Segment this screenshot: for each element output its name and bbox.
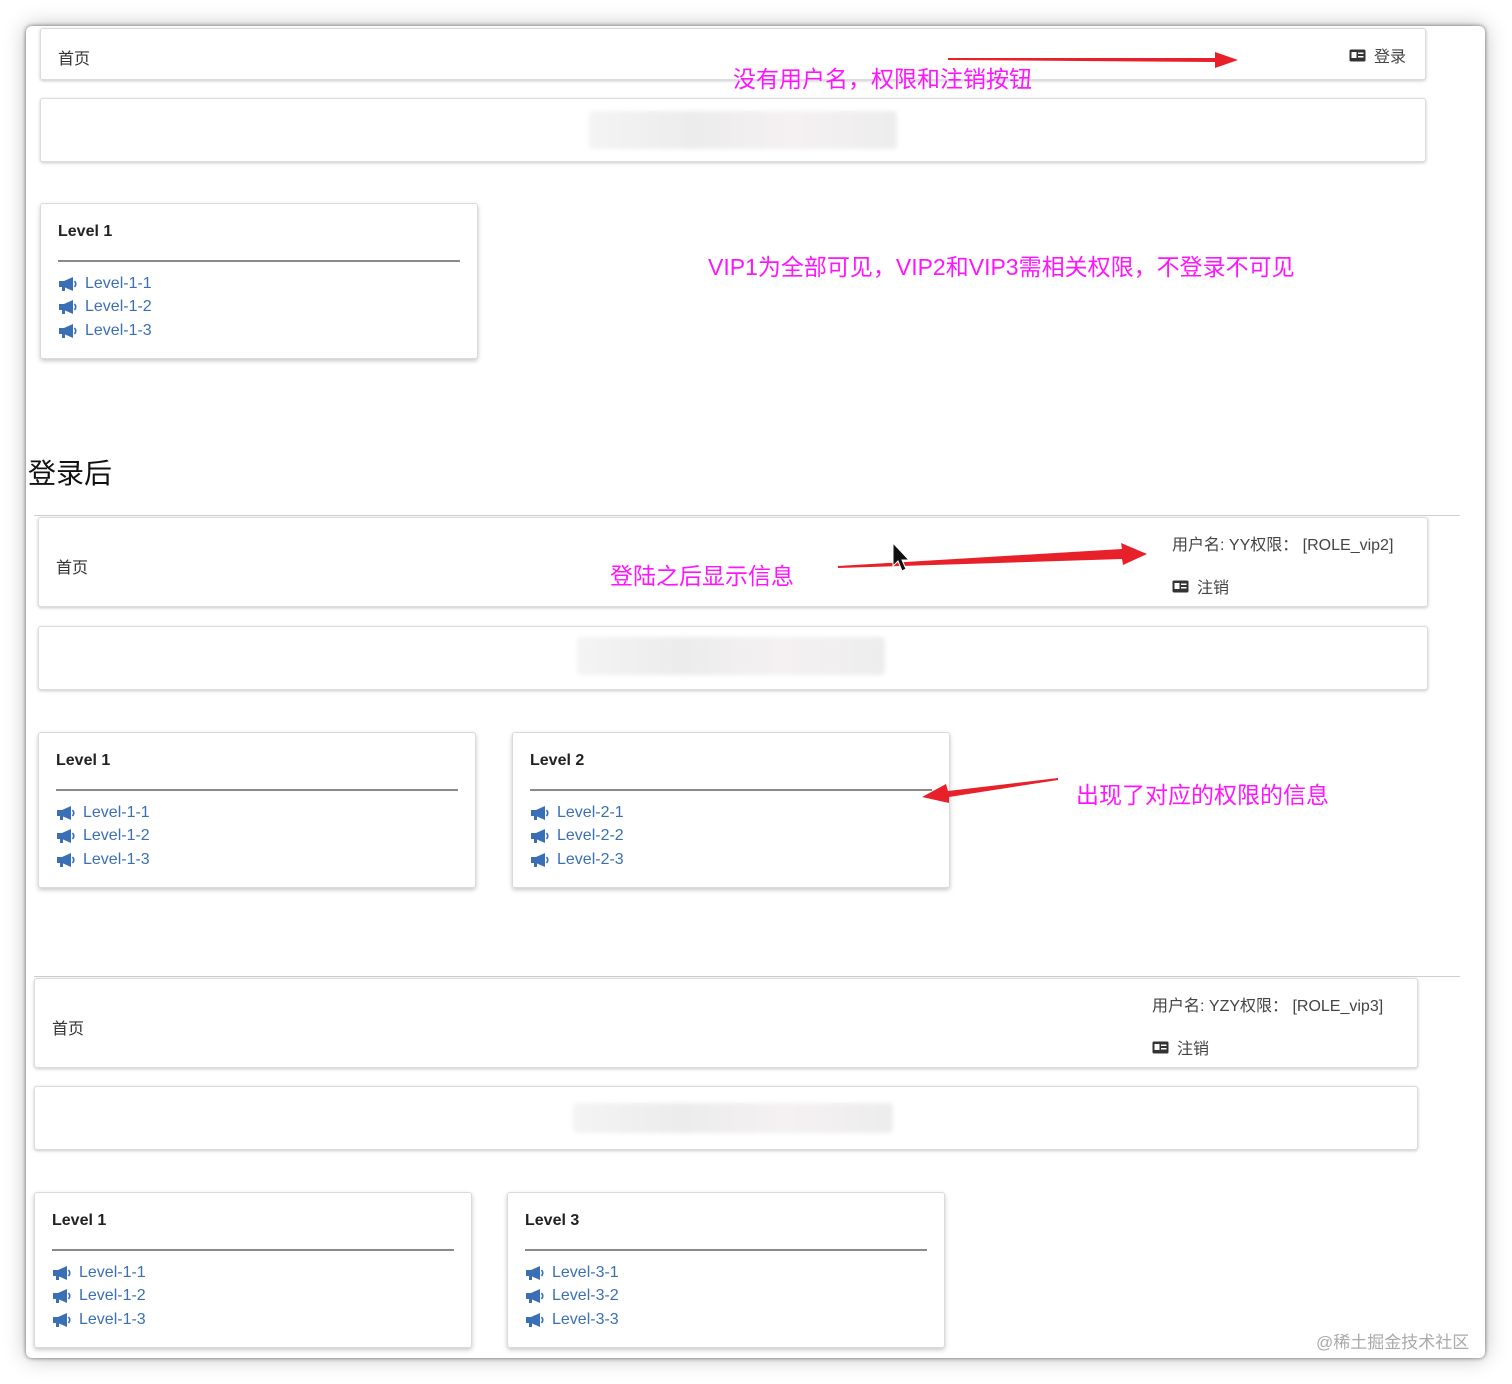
user-info: 用户名: YY权限： [ROLE_vip2] [1172,537,1394,554]
card-item-label: Level-2-1 [557,803,624,821]
search-segment-guest [40,98,1426,162]
id-card-icon [1172,580,1189,592]
bullhorn-icon [53,1265,71,1280]
card-item-link[interactable]: Level-1-3 [52,1308,146,1332]
card-item-label: Level-3-2 [552,1287,619,1305]
card-divider [530,789,932,791]
bullhorn-icon [526,1265,544,1280]
logout-button[interactable]: 注销 [1172,574,1229,598]
card-list: Level-1-1 Level-1-2 Level-1-3 [58,272,152,343]
level-1-card: Level 1 Level-1-1 Level-1-2 Level-1-3 [34,1192,472,1348]
card-item-label: Level-1-3 [83,850,150,868]
id-card-icon [1349,49,1366,61]
card-item-label: Level-1-1 [83,803,150,821]
blurred-content [573,1103,893,1133]
bullhorn-icon [53,1289,71,1304]
section-divider [34,515,1460,516]
card-item-label: Level-1-1 [85,274,152,292]
card-title: Level 1 [58,223,113,240]
card-divider [525,1249,927,1251]
bullhorn-icon [57,852,75,867]
logout-label: 注销 [1197,580,1230,597]
card-item-label: Level-2-3 [557,850,624,868]
annotation-no-user: 没有用户名，权限和注销按钮 [733,66,1032,92]
logout-label: 注销 [1177,1041,1210,1058]
level-3-card: Level 3 Level-3-1 Level-3-2 Level-3-3 [507,1192,945,1348]
card-title: Level 1 [56,752,111,769]
bullhorn-icon [531,805,549,820]
logout-button[interactable]: 注销 [1152,1035,1209,1059]
id-card-icon [1152,1041,1169,1053]
card-divider [58,260,460,262]
annotation-show-info: 登陆之后显示信息 [610,563,794,589]
card-item-link[interactable]: Level-3-1 [525,1261,619,1285]
level-1-card: Level 1 Level-1-1 Level-1-2 Level-1-3 [38,732,476,888]
bullhorn-icon [57,829,75,844]
bullhorn-icon [531,829,549,844]
card-item-link[interactable]: Level-1-1 [52,1261,146,1285]
bullhorn-icon [531,852,549,867]
bullhorn-icon [526,1312,544,1327]
card-item-link[interactable]: Level-2-1 [530,801,624,825]
card-item-label: Level-3-3 [552,1310,619,1328]
watermark-text: @稀土掘金技术社区 [1316,1333,1470,1352]
card-item-link[interactable]: Level-1-1 [56,801,150,825]
bullhorn-icon [57,805,75,820]
annotation-level-info: 出现了对应的权限的信息 [1076,782,1329,808]
bullhorn-icon [526,1289,544,1304]
level-2-card: Level 2 Level-2-1 Level-2-2 Level-2-3 [512,732,950,888]
card-list: Level-3-1 Level-3-2 Level-3-3 [525,1261,619,1332]
bullhorn-icon [59,300,77,315]
card-item-link[interactable]: Level-3-2 [525,1285,619,1309]
card-item-label: Level-2-2 [557,827,624,845]
blurred-content [577,637,885,675]
card-item-label: Level-1-2 [79,1287,146,1305]
search-segment-yy [38,626,1428,690]
home-link[interactable]: 首页 [58,45,90,69]
card-item-label: Level-1-2 [85,298,152,316]
card-item-link[interactable]: Level-2-2 [530,825,624,849]
screenshot-frame: 首页 登录 Level 1 Level-1-1 Level-1-2 Level-… [26,26,1485,1358]
card-title: Level 1 [52,1212,107,1229]
blurred-content [589,111,897,149]
card-item-link[interactable]: Level-1-2 [52,1285,146,1309]
navbar-user-yzy: 首页 用户名: YZY权限： [ROLE_vip3] 注销 [34,978,1418,1068]
after-login-heading: 登录后 [28,458,113,489]
card-item-label: Level-1-1 [79,1263,146,1281]
home-link[interactable]: 首页 [56,554,88,578]
section-divider [34,976,1460,977]
card-title: Level 2 [530,752,585,769]
card-list: Level-1-1 Level-1-2 Level-1-3 [52,1261,146,1332]
card-item-link[interactable]: Level-3-3 [525,1308,619,1332]
login-label: 登录 [1374,49,1407,66]
card-item-link[interactable]: Level-1-3 [58,319,152,343]
card-item-link[interactable]: Level-2-3 [530,848,624,872]
bullhorn-icon [59,276,77,291]
bullhorn-icon [59,323,77,338]
user-info: 用户名: YZY权限： [ROLE_vip3] [1152,998,1384,1015]
card-item-label: Level-1-2 [83,827,150,845]
card-list: Level-1-1 Level-1-2 Level-1-3 [56,801,150,872]
card-item-label: Level-3-1 [552,1263,619,1281]
card-item-link[interactable]: Level-1-2 [58,296,152,320]
level-1-card: Level 1 Level-1-1 Level-1-2 Level-1-3 [40,203,478,359]
home-link[interactable]: 首页 [52,1015,84,1039]
card-item-link[interactable]: Level-1-1 [58,272,152,296]
card-item-label: Level-1-3 [85,321,152,339]
card-item-link[interactable]: Level-1-2 [56,825,150,849]
card-list: Level-2-1 Level-2-2 Level-2-3 [530,801,624,872]
card-divider [56,789,458,791]
card-item-link[interactable]: Level-1-3 [56,848,150,872]
search-segment-yzy [34,1086,1418,1150]
card-divider [52,1249,454,1251]
login-button[interactable]: 登录 [1349,43,1406,67]
card-title: Level 3 [525,1212,580,1229]
annotation-vip-rule: VIP1为全部可见，VIP2和VIP3需相关权限，不登录不可见 [708,254,1295,280]
bullhorn-icon [53,1312,71,1327]
card-item-label: Level-1-3 [79,1310,146,1328]
